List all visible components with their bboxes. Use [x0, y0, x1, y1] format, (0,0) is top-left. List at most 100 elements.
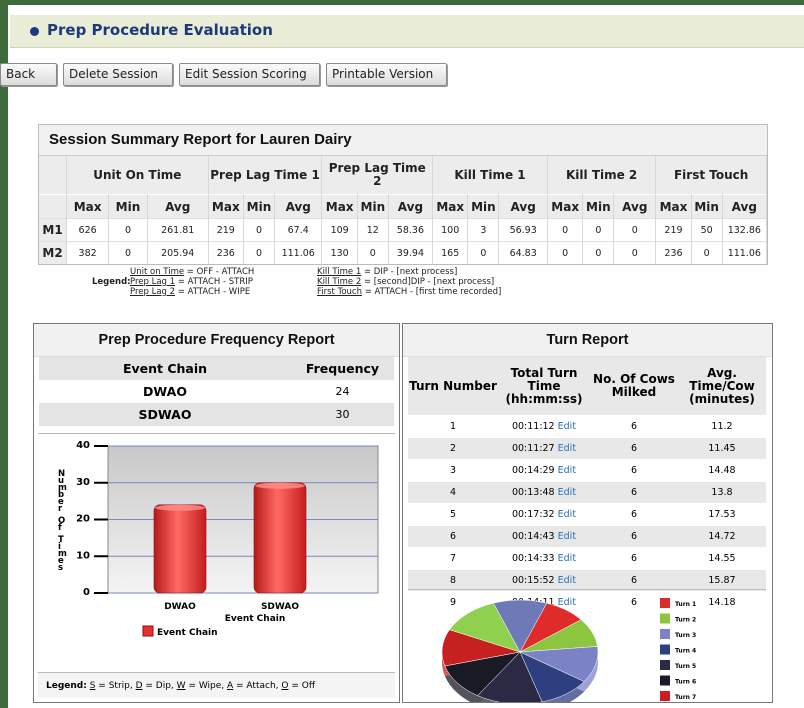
back-button[interactable]: Back — [0, 63, 57, 86]
frequency-report-title: Prep Procedure Frequency Report — [34, 324, 399, 357]
legend-definition: = DIP - [next process] — [361, 267, 458, 277]
value-cell: 261.81 — [147, 218, 209, 242]
summary-table: Unit On Time Prep Lag Time 1 Prep Lag Ti… — [39, 156, 768, 264]
delete-session-button[interactable]: Delete Session — [63, 63, 173, 86]
value-cell: 0 — [547, 218, 584, 242]
legend-desc: = Strip, — [95, 681, 136, 691]
value-cell: 0 — [467, 241, 500, 264]
table-row: M2 382 0 205.94 236 0 111.06 130 0 39.94 165 0 64.83… — [39, 241, 768, 264]
legend-text: Turn 5 — [675, 663, 696, 670]
legend-term[interactable]: Kill Time 2 — [317, 277, 361, 287]
avg-time-cell: 11.45 — [678, 437, 766, 460]
value-cell: 0 — [357, 241, 389, 264]
value-cell: 0 — [613, 218, 657, 242]
turn-number-cell: 4 — [408, 481, 498, 504]
edit-link[interactable]: Edit — [558, 531, 576, 542]
value-cell: 111.06 — [722, 241, 768, 264]
edit-link[interactable]: Edit — [558, 553, 576, 564]
turn-time-value: 00:15:52 — [511, 575, 555, 586]
subheader-max: Max — [547, 194, 584, 219]
turn-time-value: 00:13:48 — [511, 487, 555, 498]
group-header: Kill Time 1 — [432, 156, 548, 195]
turn-number-cell: 1 — [408, 415, 498, 438]
subheader-avg: Avg — [274, 194, 323, 219]
frequency-report-panel: Prep Procedure Frequency Report Event Ch… — [33, 323, 400, 703]
group-header: Kill Time 2 — [547, 156, 657, 195]
legend-term[interactable]: Unit on Time — [130, 267, 184, 277]
turn-pie-chart-area: Turn 1 Turn 2 Turn 3 Turn 4 Turn 5 Turn 6 Turn… — [408, 589, 766, 702]
legend-text: Turn 4 — [675, 648, 696, 655]
turn-time-header: Total Turn Time (hh:mm:ss) — [498, 357, 590, 416]
page-header: Prep Procedure Evaluation — [10, 15, 804, 48]
turn-number-cell: 3 — [408, 459, 498, 482]
subheader-max: Max — [432, 194, 469, 219]
turn-time-value: 00:14:33 — [511, 553, 555, 564]
legend-column-1: Unit on Time = OFF - ATTACH Prep Lag 1 = … — [130, 267, 280, 297]
legend-entry: Kill Time 2 = [second]DIP - [next proces… — [317, 277, 577, 287]
value-cell: 205.94 — [147, 241, 209, 264]
subheader-avg: Avg — [722, 194, 768, 219]
value-cell: 67.4 — [274, 218, 323, 242]
x-tick-label: SDWAO — [261, 602, 299, 612]
edit-link[interactable]: Edit — [558, 465, 576, 476]
edit-link[interactable]: Edit — [558, 487, 576, 498]
legend-swatch — [142, 625, 154, 637]
table-row: M1 626 0 261.81 219 0 67.4 109 12 58.36 100 3 56.93 0… — [39, 218, 768, 242]
value-cell: 109 — [321, 218, 358, 242]
turn-pie-chart: Turn 1 Turn 2 Turn 3 Turn 4 Turn 5 Turn 6 Turn… — [441, 598, 696, 702]
legend-term[interactable]: Prep Lag 1 — [130, 277, 175, 287]
value-cell: 0 — [547, 241, 584, 264]
turn-time-value: 00:17:32 — [511, 509, 555, 520]
cows-milked-cell: 6 — [590, 415, 678, 438]
event-chain-cell: DWAO — [143, 384, 187, 399]
legend-swatch — [660, 613, 670, 624]
legend-term[interactable]: Kill Time 1 — [317, 267, 361, 277]
legend-desc: = Off — [288, 681, 316, 691]
legend-term[interactable]: Prep Lag 2 — [130, 287, 175, 297]
frequency-table: Event Chain Frequency DWAO 24 SDWAO 30 — [39, 357, 394, 426]
printable-version-button[interactable]: Printable Version — [326, 63, 447, 86]
subheader-min: Min — [691, 194, 723, 219]
edit-link[interactable]: Edit — [558, 421, 576, 432]
x-tick-label: DWAO — [164, 602, 196, 612]
legend-label: Legend: — [46, 681, 87, 691]
avg-time-cell: 13.8 — [678, 481, 766, 504]
legend-desc: = Attach, — [233, 681, 282, 691]
value-cell: 3 — [467, 218, 500, 242]
table-row: 6 00:14:43 Edit 6 14.72 — [408, 525, 766, 548]
avg-time-cell: 14.48 — [678, 459, 766, 482]
x-axis-label: Event Chain — [225, 614, 286, 624]
edit-link[interactable]: Edit — [558, 443, 576, 454]
session-summary-report: Session Summary Report for Lauren Dairy … — [38, 124, 768, 265]
legend-term[interactable]: First Touch — [317, 287, 362, 297]
value-cell: 50 — [691, 218, 723, 242]
group-header: First Touch — [655, 156, 767, 195]
page-title: Prep Procedure Evaluation — [47, 21, 273, 39]
value-cell: 0 — [613, 241, 657, 264]
edit-link[interactable]: Edit — [558, 575, 576, 586]
legend-text: Turn 2 — [675, 617, 696, 624]
legend-item: A = Attach, — [227, 681, 281, 691]
legend-item: O = Off — [281, 681, 315, 691]
legend-swatch — [660, 644, 670, 655]
edit-session-scoring-button[interactable]: Edit Session Scoring — [179, 63, 320, 86]
value-cell: 626 — [66, 218, 110, 242]
frequency-chart-area: 0 10 20 30 40 DWAO SDWAO Event Chain Nu m b e r Of Ti m… — [38, 433, 395, 670]
turn-time-cell: 00:14:29 Edit — [498, 459, 590, 482]
avg-time-header: Avg. Time/Cow (minutes) — [678, 357, 766, 416]
event-chain-legend: Legend: S = Strip, D = Dip, W = Wipe, A … — [38, 672, 395, 698]
subheader-avg: Avg — [388, 194, 434, 219]
legend-text: Turn 1 — [675, 601, 696, 608]
value-cell: 0 — [243, 241, 275, 264]
value-cell: 236 — [655, 241, 692, 264]
legend-definition: = ATTACH - [first time recorded] — [362, 287, 502, 297]
turn-time-value: 00:14:43 — [511, 531, 555, 542]
legend-entry: Prep Lag 1 = ATTACH - STRIP — [130, 277, 280, 287]
legend-swatch — [660, 629, 670, 639]
y-tick-label: 0 — [83, 587, 90, 598]
cows-milked-cell: 6 — [590, 503, 678, 526]
legend-entry: Kill Time 1 = DIP - [next process] — [317, 267, 577, 277]
legend-key: D — [135, 681, 143, 691]
edit-link[interactable]: Edit — [558, 509, 576, 520]
y-tick-label: 30 — [76, 477, 90, 488]
